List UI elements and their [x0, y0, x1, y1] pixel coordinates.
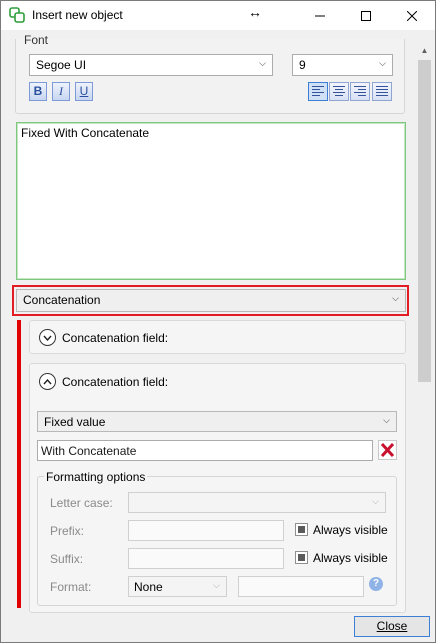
panel-label: Concatenation field: [62, 375, 169, 389]
align-left-icon [312, 86, 324, 97]
expand-button[interactable] [39, 329, 56, 346]
align-right-icon [354, 86, 366, 97]
suffix-label: Suffix: [50, 552, 84, 566]
format-input[interactable] [238, 576, 364, 597]
chevron-up-icon [43, 378, 52, 384]
chevron-down-icon: ⌵ [372, 496, 379, 506]
scroll-up-icon[interactable]: ▲ [416, 42, 433, 59]
panel-label: Concatenation field: [62, 331, 169, 345]
chevron-down-icon: ⌵ [379, 58, 386, 68]
letter-case-select[interactable]: ⌵ [128, 492, 386, 513]
delete-field-button[interactable] [378, 440, 397, 460]
close-window-button[interactable] [389, 1, 435, 30]
letter-case-label: Letter case: [50, 496, 113, 510]
window-title: Insert new object [32, 8, 123, 22]
title-bar[interactable]: Insert new object ↔ [1, 1, 435, 30]
align-center-icon [333, 86, 345, 97]
font-size-select[interactable]: 9 ⌵ [292, 54, 393, 76]
font-name-select[interactable]: Segoe UI ⌵ [29, 54, 273, 76]
suffix-input[interactable] [128, 548, 284, 569]
align-right-button[interactable] [350, 82, 370, 101]
close-icon [407, 10, 417, 21]
font-name-value: Segoe UI [36, 58, 87, 72]
scroll-thumb[interactable] [418, 60, 431, 382]
align-center-button[interactable] [329, 82, 349, 101]
insert-object-window: Insert new object ↔ Font Segoe UI ⌵ 9 ⌵ … [0, 0, 436, 643]
formatting-legend: Formatting options [44, 470, 148, 484]
chevron-down-icon: ⌵ [259, 58, 266, 68]
field-source-select[interactable]: Fixed value ⌵ [37, 411, 397, 432]
chevron-down-icon: ⌵ [383, 415, 390, 425]
align-justify-icon [376, 86, 388, 97]
red-marker [17, 320, 21, 608]
underline-button[interactable]: U [75, 82, 93, 101]
dialog-body: Font Segoe UI ⌵ 9 ⌵ B I U ▲ Fixed With C… [2, 30, 434, 642]
align-left-button[interactable] [308, 82, 328, 101]
minimize-button[interactable] [297, 1, 343, 30]
close-button[interactable]: Close [354, 616, 430, 637]
bold-button[interactable]: B [29, 82, 47, 101]
minimize-icon [315, 15, 325, 16]
italic-button[interactable]: I [52, 82, 70, 101]
prefix-label: Prefix: [50, 524, 85, 538]
suffix-always-visible-checkbox[interactable] [295, 551, 308, 564]
chevron-down-icon: ⌵ [213, 580, 220, 590]
delete-icon [380, 442, 395, 458]
format-value: None [134, 580, 163, 594]
close-button-label: Close [376, 619, 408, 633]
object-type-select[interactable]: Concatenation ⌵ [16, 289, 406, 312]
help-icon[interactable]: ? [369, 577, 383, 591]
chevron-down-icon [43, 335, 52, 341]
chevron-down-icon: ⌵ [392, 293, 399, 303]
concatenation-panel-collapsed: Concatenation field: [29, 320, 406, 354]
field-value-input[interactable]: With Concatenate [37, 440, 373, 461]
suffix-always-visible-label: Always visible [313, 551, 388, 565]
format-label: Format: [50, 580, 92, 594]
maximize-icon [361, 10, 371, 21]
font-legend: Font [24, 33, 49, 47]
prefix-input[interactable] [128, 520, 284, 541]
resize-arrow-icon: ↔ [248, 4, 262, 20]
format-select[interactable]: None ⌵ [128, 576, 227, 597]
maximize-button[interactable] [343, 1, 389, 30]
prefix-always-visible-label: Always visible [313, 523, 388, 537]
font-group [15, 39, 405, 114]
vertical-scrollbar[interactable]: ▲ [416, 42, 433, 606]
app-icon [9, 7, 25, 23]
field-source-value: Fixed value [44, 415, 106, 429]
font-size-value: 9 [299, 58, 306, 72]
prefix-always-visible-checkbox[interactable] [295, 523, 308, 536]
object-type-value: Concatenation [23, 293, 101, 307]
text-editor[interactable]: Fixed With Concatenate [16, 122, 406, 280]
collapse-button[interactable] [39, 373, 56, 390]
align-justify-button[interactable] [372, 82, 392, 101]
